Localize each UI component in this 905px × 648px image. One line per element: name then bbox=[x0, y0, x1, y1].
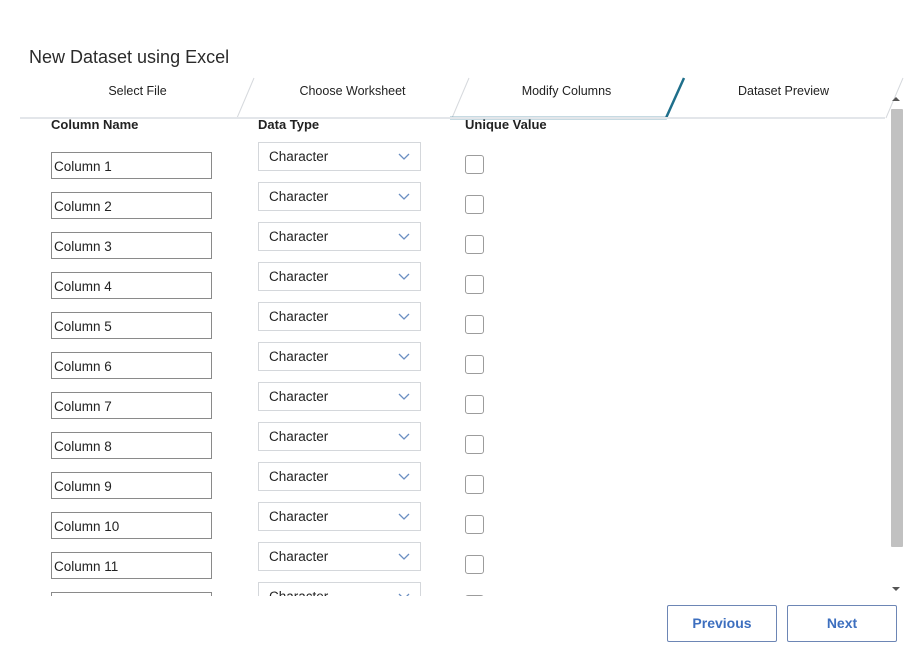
data-type-value: Character bbox=[269, 469, 329, 484]
data-type-select[interactable]: Character bbox=[258, 382, 421, 411]
column-row: Character bbox=[20, 542, 880, 592]
header-column-name: Column Name bbox=[51, 117, 139, 132]
data-type-value: Character bbox=[269, 509, 329, 524]
scroll-down-arrow-icon[interactable] bbox=[891, 585, 901, 593]
data-type-select[interactable]: Character bbox=[258, 142, 421, 171]
data-type-value: Character bbox=[269, 269, 329, 284]
data-type-value: Character bbox=[269, 389, 329, 404]
chevron-down-icon bbox=[398, 313, 410, 320]
column-name-input[interactable] bbox=[51, 552, 212, 579]
column-name-input[interactable] bbox=[51, 392, 212, 419]
scroll-up-arrow-icon[interactable] bbox=[891, 95, 901, 103]
column-name-input[interactable] bbox=[51, 592, 212, 596]
unique-value-checkbox[interactable] bbox=[465, 475, 484, 494]
data-type-value: Character bbox=[269, 589, 328, 596]
data-type-select[interactable]: Character bbox=[258, 582, 421, 596]
wizard-baseline bbox=[20, 117, 885, 119]
chevron-down-icon bbox=[398, 233, 410, 240]
header-unique-value: Unique Value bbox=[465, 117, 547, 132]
unique-value-checkbox[interactable] bbox=[465, 155, 484, 174]
data-type-value: Character bbox=[269, 189, 329, 204]
unique-value-checkbox[interactable] bbox=[465, 395, 484, 414]
column-name-input[interactable] bbox=[51, 352, 212, 379]
chevron-down-icon bbox=[398, 273, 410, 280]
data-type-select[interactable]: Character bbox=[258, 542, 421, 571]
data-type-select[interactable]: Character bbox=[258, 502, 421, 531]
column-name-input[interactable] bbox=[51, 312, 212, 339]
chevron-down-icon bbox=[398, 153, 410, 160]
chevron-down-icon bbox=[398, 553, 410, 560]
unique-value-checkbox[interactable] bbox=[465, 555, 484, 574]
data-type-value: Character bbox=[269, 309, 329, 324]
column-name-input[interactable] bbox=[51, 192, 212, 219]
column-name-input[interactable] bbox=[51, 432, 212, 459]
wizard-steps: Select File Choose Worksheet Modify Colu… bbox=[20, 76, 905, 120]
chevron-down-icon bbox=[398, 473, 410, 480]
data-type-select[interactable]: Character bbox=[258, 342, 421, 371]
chevron-down-icon bbox=[398, 193, 410, 200]
next-button[interactable]: Next bbox=[787, 605, 897, 642]
column-row: Character bbox=[20, 502, 880, 552]
column-row: Character bbox=[20, 462, 880, 512]
column-row: Character bbox=[20, 382, 880, 432]
columns-list: Character Character Character Character Char… bbox=[20, 134, 888, 596]
tab-select-file[interactable]: Select File bbox=[60, 84, 215, 104]
data-type-select[interactable]: Character bbox=[258, 222, 421, 251]
data-type-select[interactable]: Character bbox=[258, 182, 421, 211]
vertical-scrollbar[interactable] bbox=[889, 93, 903, 595]
column-row: Character bbox=[20, 422, 880, 472]
column-name-input[interactable] bbox=[51, 232, 212, 259]
tab-dataset-preview[interactable]: Dataset Preview bbox=[706, 84, 861, 104]
unique-value-checkbox[interactable] bbox=[465, 355, 484, 374]
data-type-value: Character bbox=[269, 349, 329, 364]
unique-value-checkbox[interactable] bbox=[465, 595, 484, 596]
unique-value-checkbox[interactable] bbox=[465, 275, 484, 294]
column-row: Character bbox=[20, 182, 880, 232]
chevron-down-icon bbox=[398, 593, 410, 596]
column-row: Character bbox=[20, 302, 880, 352]
data-type-select[interactable]: Character bbox=[258, 422, 421, 451]
previous-button[interactable]: Previous bbox=[667, 605, 777, 642]
data-type-value: Character bbox=[269, 429, 329, 444]
data-type-value: Character bbox=[269, 229, 329, 244]
unique-value-checkbox[interactable] bbox=[465, 435, 484, 454]
column-name-input[interactable] bbox=[51, 272, 212, 299]
tab-modify-columns[interactable]: Modify Columns bbox=[489, 84, 644, 104]
data-type-select[interactable]: Character bbox=[258, 262, 421, 291]
dialog-title: New Dataset using Excel bbox=[29, 47, 230, 67]
data-type-value: Character bbox=[269, 149, 329, 164]
column-row: Character bbox=[20, 582, 880, 596]
data-type-value: Character bbox=[269, 549, 329, 564]
tab-choose-worksheet[interactable]: Choose Worksheet bbox=[275, 84, 430, 104]
scrollbar-thumb[interactable] bbox=[891, 109, 903, 547]
column-row: Character bbox=[20, 262, 880, 312]
column-name-input[interactable] bbox=[51, 512, 212, 539]
unique-value-checkbox[interactable] bbox=[465, 515, 484, 534]
column-name-input[interactable] bbox=[51, 152, 212, 179]
unique-value-checkbox[interactable] bbox=[465, 315, 484, 334]
column-name-input[interactable] bbox=[51, 472, 212, 499]
header-data-type: Data Type bbox=[258, 117, 320, 132]
chevron-down-icon bbox=[398, 433, 410, 440]
chevron-down-icon bbox=[398, 513, 410, 520]
chevron-down-icon bbox=[398, 353, 410, 360]
column-row: Character bbox=[20, 222, 880, 272]
chevron-down-icon bbox=[398, 393, 410, 400]
unique-value-checkbox[interactable] bbox=[465, 195, 484, 214]
unique-value-checkbox[interactable] bbox=[465, 235, 484, 254]
data-type-select[interactable]: Character bbox=[258, 302, 421, 331]
column-row: Character bbox=[20, 342, 880, 392]
column-row: Character bbox=[20, 142, 880, 192]
data-type-select[interactable]: Character bbox=[258, 462, 421, 491]
